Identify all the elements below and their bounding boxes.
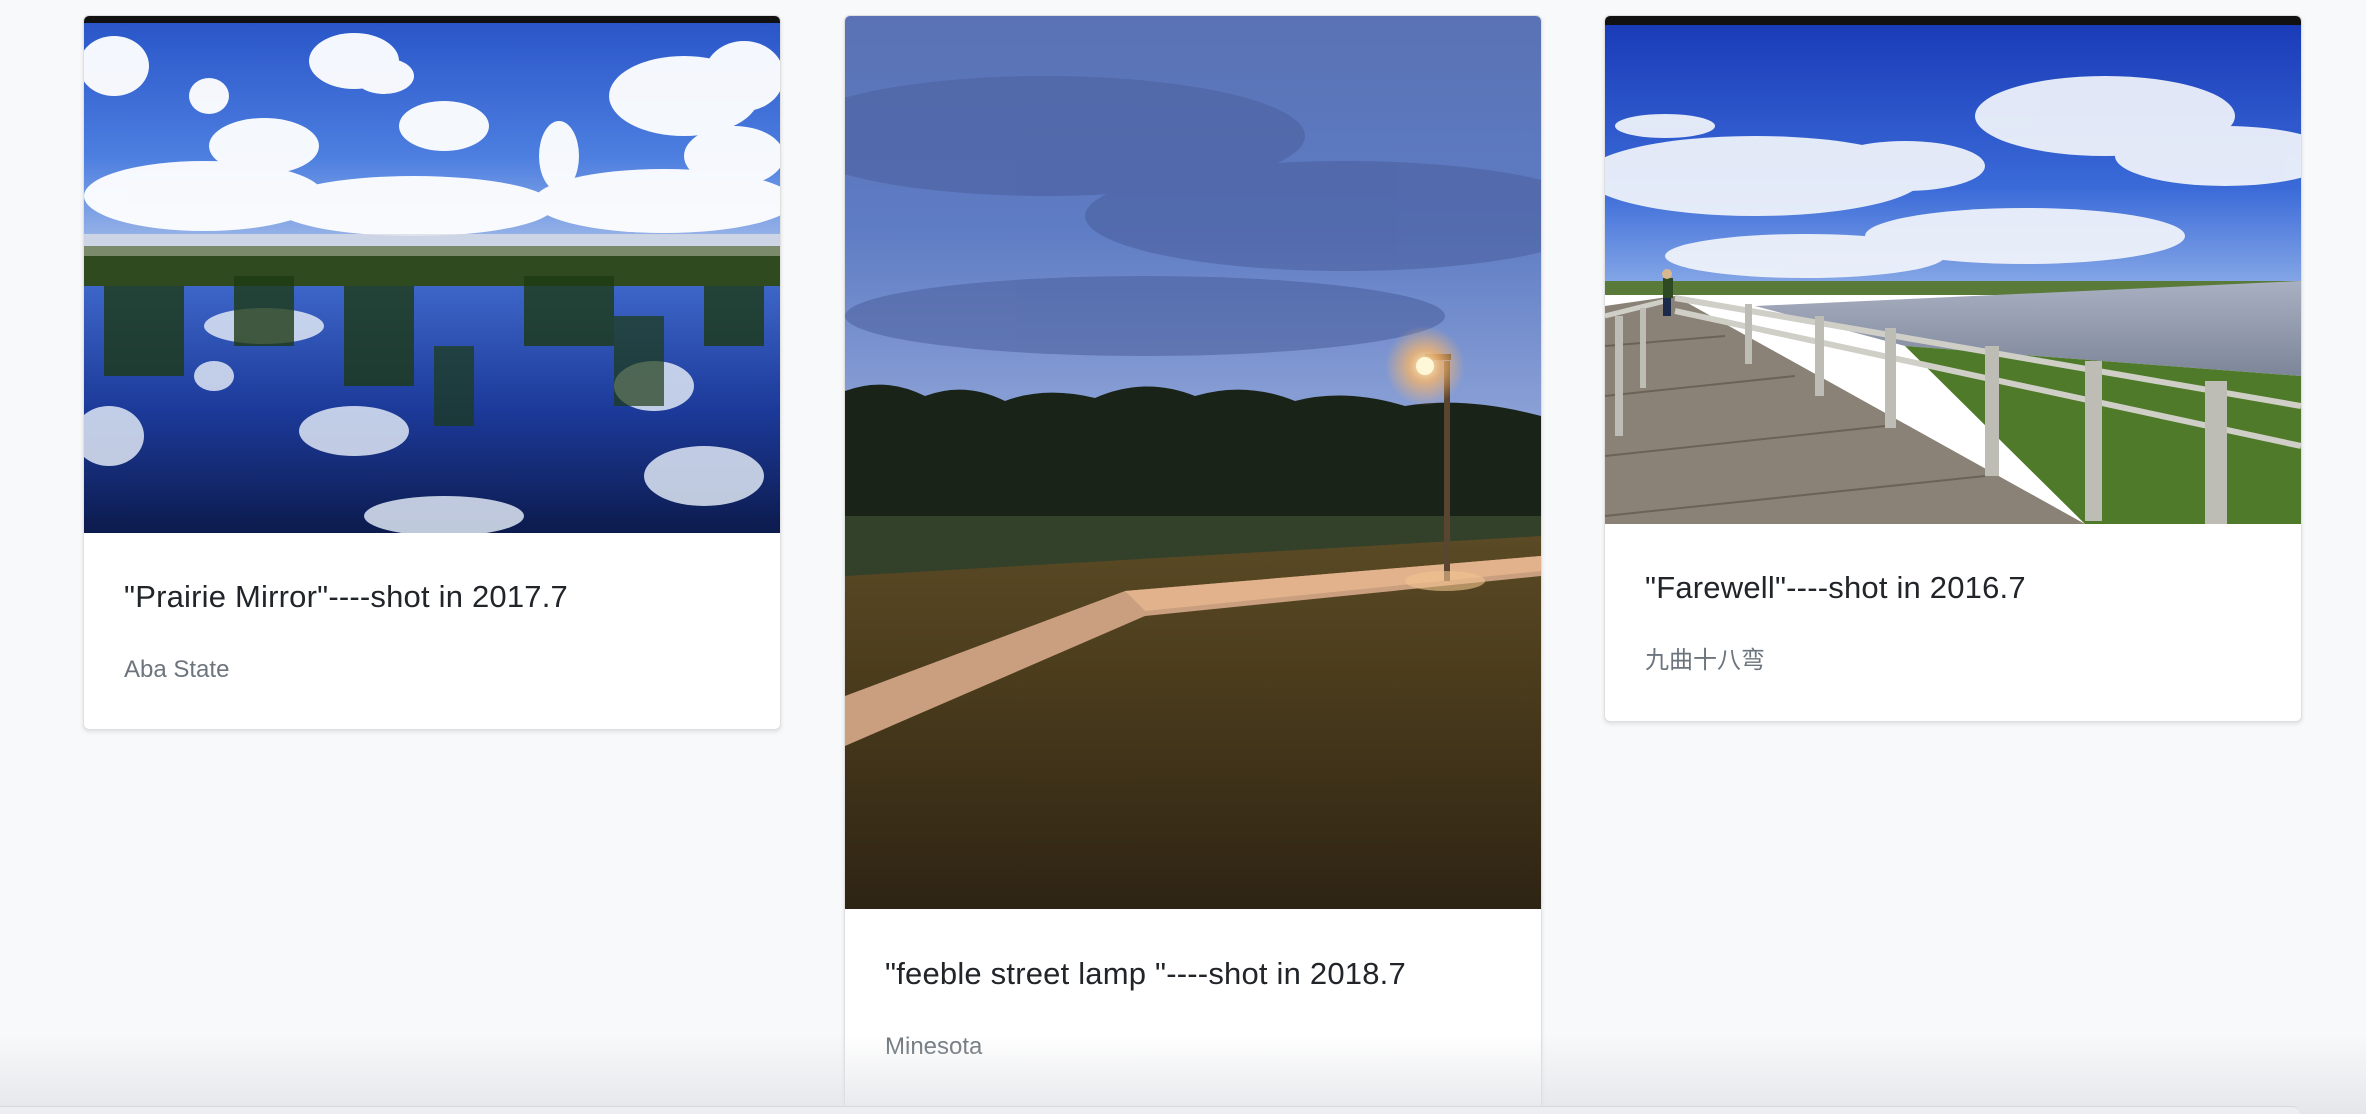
photo-gallery: "Prairie Mirror"----shot in 2017.7 Aba S… bbox=[0, 0, 2366, 1114]
card-title: "Prairie Mirror"----shot in 2017.7 bbox=[124, 579, 568, 614]
card-title: "Farewell"----shot in 2016.7 bbox=[1645, 570, 2026, 605]
prairie-lake-reflection-photo bbox=[84, 16, 780, 533]
card-location: Minesota bbox=[885, 1033, 983, 1061]
street-lamp-dusk-photo bbox=[845, 16, 1541, 909]
photo-card-farewell[interactable]: "Farewell"----shot in 2016.7 九曲十八弯 bbox=[1604, 15, 2302, 722]
card-location: Aba State bbox=[124, 656, 230, 684]
photo-card-prairie-mirror[interactable]: "Prairie Mirror"----shot in 2017.7 Aba S… bbox=[83, 15, 781, 730]
wooden-boardwalk-photo bbox=[1605, 16, 2301, 524]
card-location: 九曲十八弯 bbox=[1645, 647, 1765, 675]
photo-card-feeble-street-lamp[interactable]: "feeble street lamp "----shot in 2018.7 … bbox=[844, 15, 1542, 1114]
card-title: "feeble street lamp "----shot in 2018.7 bbox=[885, 956, 1406, 991]
footer-edge bbox=[0, 1106, 2300, 1114]
